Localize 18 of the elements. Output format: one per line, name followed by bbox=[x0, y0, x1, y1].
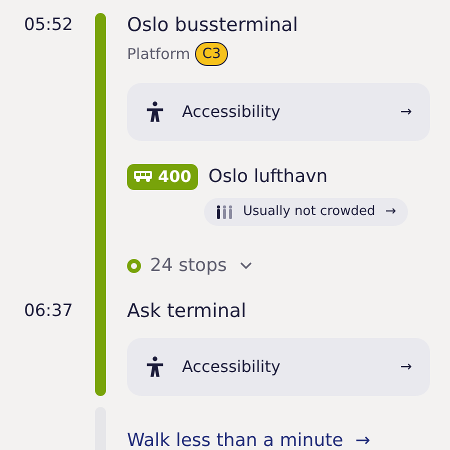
crowding-button[interactable]: Usually not crowded → bbox=[204, 198, 408, 226]
departure-time: 05:52 bbox=[24, 15, 73, 35]
people-icon bbox=[216, 205, 233, 219]
platform-badge: C3 bbox=[195, 42, 228, 66]
stop-name: Oslo bussterminal bbox=[127, 14, 298, 36]
accessibility-icon bbox=[146, 100, 164, 124]
stop-name: Ask terminal bbox=[127, 300, 246, 322]
arrival-time: 06:37 bbox=[24, 301, 73, 321]
accessibility-button[interactable]: Accessibility → bbox=[127, 83, 430, 141]
destination-name: Oslo lufthavn bbox=[208, 165, 328, 189]
walk-link[interactable]: Walk less than a minute → bbox=[127, 430, 450, 450]
accessibility-icon bbox=[146, 355, 164, 379]
accessibility-button[interactable]: Accessibility → bbox=[127, 338, 430, 396]
platform-label: Platform bbox=[127, 44, 190, 65]
stops-toggle[interactable]: 24 stops bbox=[127, 252, 252, 279]
bus-icon bbox=[134, 171, 152, 182]
line-badge: 400 bbox=[127, 164, 198, 190]
stop-dot-icon bbox=[127, 258, 141, 272]
